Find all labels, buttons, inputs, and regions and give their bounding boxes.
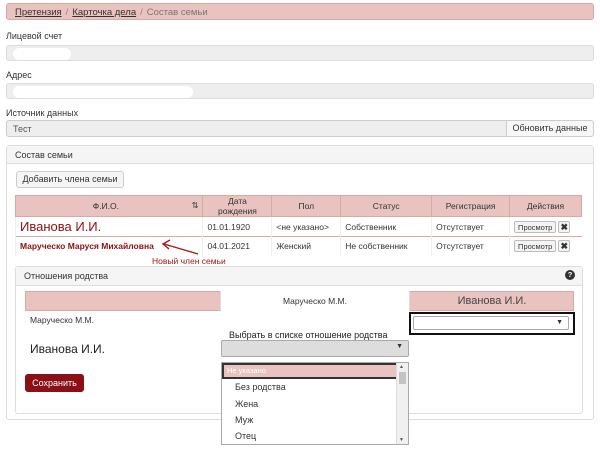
save-button[interactable]: Сохранить [25,374,84,392]
dropdown-option[interactable]: Муж [222,412,408,428]
column-header-label: Ф.И.О. [92,201,120,211]
add-family-member-button[interactable]: Добавить члена семьи [16,171,124,188]
relation-dropdown-list: Не указано Без родства Жена Муж Отец [221,362,409,445]
chevron-down-icon: ▼ [396,343,403,350]
delete-icon[interactable]: ✖ [558,220,571,233]
relation-hint: Выбрать в списке отношение родства [229,330,388,340]
source-field: Тест [6,120,507,137]
member-registration: Отсутствует [431,216,510,237]
table-row: Иванова И.И. 01.01.1920 <не указано> Соб… [14,216,582,237]
relations-row-label: Иванова И.И. [30,342,106,356]
column-header-birth: Дата рождения [202,195,273,217]
redacted-value [13,86,193,98]
table-row: Маруческо Маруся Михайловна 04.01.2021 Ж… [14,236,582,256]
delete-icon[interactable]: ✖ [558,240,571,253]
member-name: Иванова И.И. [20,219,102,234]
annotation-arrow-icon [161,239,199,255]
column-header-actions: Действия [509,195,582,217]
family-table: Ф.И.О. ⇅ Дата рождения Пол Статус Регистр… [14,195,582,256]
new-member-annotation: Новый член семьи [152,256,226,266]
relations-column-header: Иванова И.И. [457,295,527,307]
address-label: Адрес [6,70,32,80]
dropdown-option[interactable]: Отец [222,428,408,444]
breadcrumb-link-case-card[interactable]: Карточка дела [72,7,136,18]
relations-row-label: Маруческо М.М. [30,315,94,325]
member-status: Не собственник [340,236,432,256]
member-birth: 01.01.1920 [202,216,272,237]
member-name: Маруческо Маруся Михайловна [20,241,154,252]
view-button[interactable]: Просмотр [514,220,557,233]
dropdown-scrollbar[interactable]: ▲ ▼ [396,363,408,444]
sort-icon[interactable]: ⇅ [192,201,199,210]
scroll-thumb[interactable] [399,372,406,384]
breadcrumb-link-claim[interactable]: Претензия [15,7,62,18]
address-field [6,83,594,99]
account-label: Лицевой счет [6,31,63,41]
breadcrumb-separator: / [65,7,69,18]
source-label: Источник данных [6,108,79,118]
column-header-name[interactable]: Ф.И.О. ⇅ [14,195,204,217]
breadcrumb-current: Состав семьи [146,7,208,18]
relations-panel-title: Отношения родства [16,267,582,286]
relations-column-header: Маруческо М.М. [220,291,410,311]
column-header-status: Статус [340,195,433,217]
breadcrumb-separator: / [140,7,143,18]
help-icon[interactable]: ? [565,270,575,280]
dropdown-option[interactable]: Жена [222,396,408,412]
member-gender: Женский [271,236,341,256]
dropdown-option[interactable]: Не указано [222,363,408,380]
redacted-value [13,48,71,60]
member-gender: <не указано> [271,216,341,237]
column-header-gender: Пол [271,195,342,217]
scroll-down-icon[interactable]: ▼ [399,437,404,443]
view-button[interactable]: Просмотр [514,240,557,253]
scroll-up-icon[interactable]: ▲ [399,364,404,370]
member-registration: Отсутствует [431,236,510,256]
breadcrumb: Претензия / Карточка дела / Состав семьи [6,3,594,20]
account-field [6,45,594,61]
member-status: Собственник [340,216,432,237]
family-panel-title: Состав семьи [7,146,593,164]
refresh-data-button[interactable]: Обновить данные [506,120,594,137]
relation-select[interactable]: ▼ [413,316,569,330]
dropdown-option[interactable]: Без родства [222,379,408,395]
chevron-down-icon: ▼ [556,319,563,326]
relation-select-open[interactable]: ▼ [221,340,409,357]
column-header-registration: Регистрация [431,195,511,217]
